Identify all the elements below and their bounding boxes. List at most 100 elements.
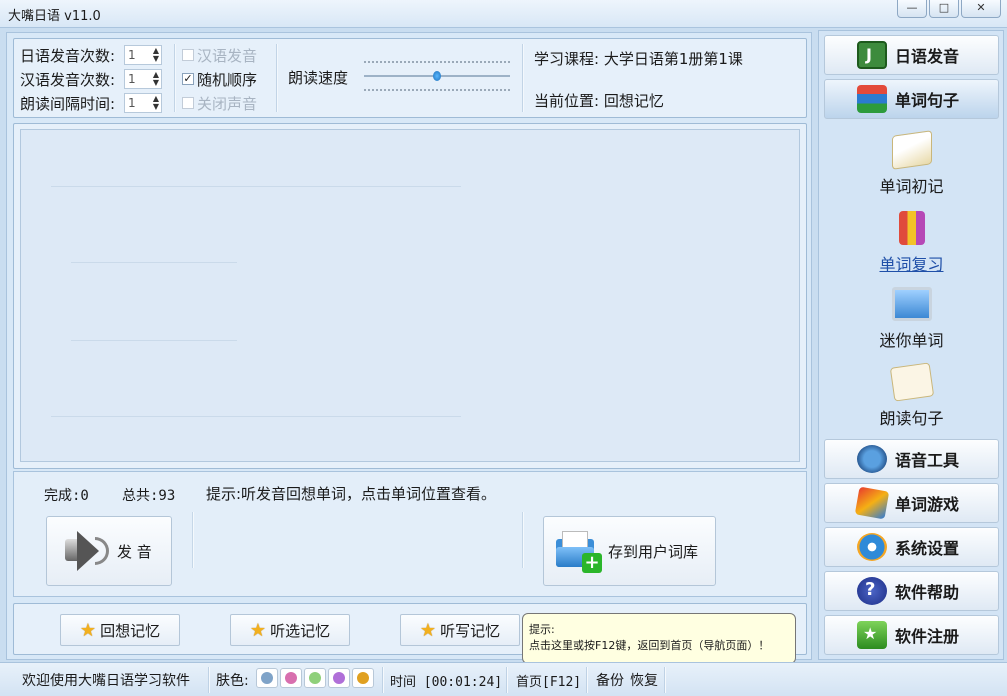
nav-jp-pron-label: 日语发音 [895,47,960,66]
backup-link[interactable]: 备份 [596,670,624,690]
subnav-read-sentences[interactable]: 朗读句子 [824,362,999,429]
nav-voice-tools-label: 语音工具 [895,451,960,470]
position-info: 当前位置: 回想记忆 [534,92,664,110]
nav-register[interactable]: 软件注册 [824,615,999,655]
speed-slider[interactable] [364,61,510,95]
nav-system-settings-label: 系统设置 [895,539,960,558]
minimize-button[interactable]: — [897,0,927,18]
slider-ticks [364,89,510,91]
subnav-first-memory-label: 单词初记 [879,177,944,196]
open-book-icon [891,130,932,170]
star-icon: ★ [249,619,267,641]
chinese-pron-checkbox[interactable]: 汉语发音 [182,44,257,66]
divider [276,44,278,112]
divider [586,667,588,693]
nav-help[interactable]: 软件帮助 [824,571,999,611]
mute-label: 关闭声音 [197,94,258,113]
spinner-down-icon[interactable]: ▼ [153,79,159,87]
hint-text: 提示:听发音回想单词，点击单词位置查看。 [206,485,497,503]
choose-mode-label: 听选记忆 [270,621,331,640]
skin-swatch[interactable] [328,668,350,688]
cd-tools-icon [857,445,887,473]
nav-help-label: 软件帮助 [895,583,960,602]
choose-mode-button[interactable]: ★ 听选记忆 [230,614,350,646]
nav-voice-tools[interactable]: 语音工具 [824,439,999,479]
skin-swatch[interactable] [352,668,374,688]
check-icon: ✓ [182,72,194,85]
japanese-book-icon [857,41,887,69]
word-line [51,186,461,187]
subnav-mini-words[interactable]: 迷你单词 [824,287,999,351]
chinese-pron-label: 汉语发音 [197,46,258,65]
status-bar: 欢迎使用大嘴日语学习软件 肤色: 时间 [00:01:24] 首页[F12] 备… [0,662,1007,696]
maximize-button[interactable]: □ [929,0,959,18]
total-count: 总共:93 [122,488,176,504]
divider [522,44,524,112]
interval-label: 朗读间隔时间: [20,94,116,113]
skin-color-dot [285,672,297,684]
restore-link[interactable]: 恢复 [630,670,658,690]
speaker-icon [63,529,113,573]
window-title: 大嘴日语 v11.0 [8,9,101,24]
save-to-user-dict-button[interactable]: + 存到用户词库 [543,516,716,586]
jp-count-row: 日语发音次数: 1 ▲ ▼ [20,44,162,66]
book-stack-icon [898,211,925,245]
jp-count-value: 1 [128,48,136,62]
skin-color-dot [309,672,321,684]
divider [522,512,524,568]
interval-row: 朗读间隔时间: 1 ▲ ▼ [20,92,162,114]
right-nav: 日语发音 单词句子 单词初记 单词复习 迷你单词 朗读句子 语音工具 单词游戏 … [818,30,1004,660]
random-order-label: 随机顺序 [197,70,258,89]
recall-mode-label: 回想记忆 [100,621,161,640]
skin-swatch[interactable] [256,668,278,688]
control-area: 完成:0 总共:93 提示:听发音回想单词，点击单词位置查看。 发 音 + 存到… [13,471,807,597]
spinner-down-icon[interactable]: ▼ [153,55,159,63]
mute-checkbox[interactable]: 关闭声音 [182,92,257,114]
subnav-review[interactable]: 单词复习 [824,211,999,275]
divider [382,667,384,693]
recall-mode-button[interactable]: ★ 回想记忆 [60,614,180,646]
subnav-first-memory[interactable]: 单词初记 [824,130,999,197]
cn-count-value: 1 [128,72,136,86]
word-display-area[interactable] [20,129,800,462]
speak-button-label: 发 音 [117,542,152,561]
nav-word-game[interactable]: 单词游戏 [824,483,999,523]
control-panel: 完成:0 总共:93 提示:听发音回想单词，点击单词位置查看。 发 音 + 存到… [13,471,807,597]
subnav-review-label: 单词复习 [879,255,944,274]
paper-icon [889,362,934,402]
cn-count-label: 汉语发音次数: [20,70,116,89]
divider [664,667,666,693]
nav-system-settings[interactable]: 系统设置 [824,527,999,567]
speak-button[interactable]: 发 音 [46,516,172,586]
jp-count-spinner[interactable]: 1 ▲ ▼ [124,45,162,65]
nav-jp-pron[interactable]: 日语发音 [824,35,999,75]
jp-count-label: 日语发音次数: [20,46,116,65]
interval-spinner[interactable]: 1 ▲ ▼ [124,93,162,113]
skin-swatch[interactable] [304,668,326,688]
spinner-down-icon[interactable]: ▼ [153,103,159,111]
window-controls: — □ ✕ [895,0,1001,18]
checkbox-box [182,97,194,109]
register-icon [857,621,887,649]
slider-knob[interactable] [433,71,441,81]
main-area: 日语发音次数: 1 ▲ ▼ 汉语发音次数: 1 ▲ ▼ 朗读间隔时间: 1 ▲ … [6,32,812,660]
game-cubes-icon [854,486,890,520]
slider-ticks [364,61,510,63]
tooltip-title: 提示: [529,623,555,636]
tooltip-text: 点击这里或按F12键，返回到首页（导航页面）！ [529,639,770,652]
subnav-mini-words-label: 迷你单词 [879,331,944,350]
word-line [71,340,237,341]
skin-color-dot [333,672,345,684]
write-mode-button[interactable]: ★ 听写记忆 [400,614,520,646]
words-subnav: 单词初记 单词复习 迷你单词 朗读句子 [824,123,999,433]
skin-swatch[interactable] [280,668,302,688]
checkbox-box [182,49,194,61]
random-order-checkbox[interactable]: ✓ 随机顺序 [182,68,257,90]
nav-words[interactable]: 单词句子 [824,79,999,119]
home-link[interactable]: 首页[F12] [516,671,581,690]
books-icon [857,85,887,113]
cn-count-spinner[interactable]: 1 ▲ ▼ [124,69,162,89]
welcome-text: 欢迎使用大嘴日语学习软件 [22,673,190,689]
close-button[interactable]: ✕ [961,0,1001,18]
nav-words-label: 单词句子 [895,91,960,110]
